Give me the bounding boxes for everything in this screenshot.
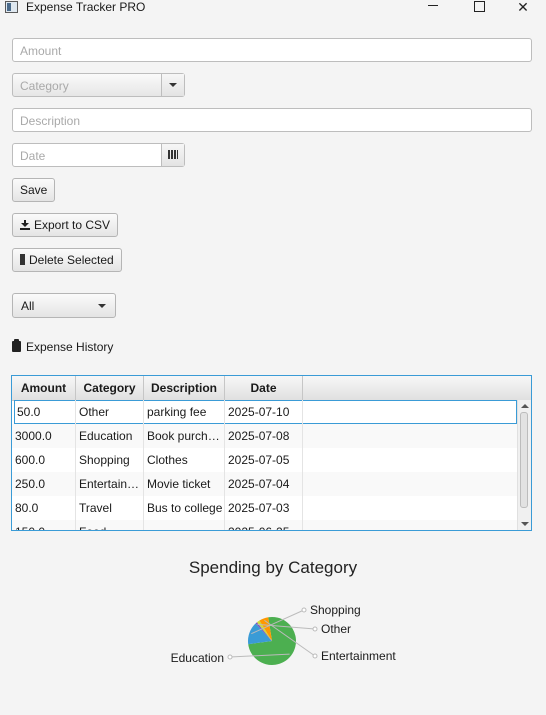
- column-header-category[interactable]: Category: [76, 376, 144, 400]
- cell-amount: 80.0: [12, 496, 76, 520]
- close-button[interactable]: ✕: [500, 0, 546, 16]
- date-placeholder: Date: [20, 149, 46, 163]
- table-row[interactable]: 3000.0 Education Book purch… 2025-07-08: [12, 424, 518, 448]
- delete-selected-button[interactable]: Delete Selected: [12, 248, 122, 272]
- cell-description: Book purch…: [144, 424, 225, 448]
- table-row[interactable]: 250.0 Entertain… Movie ticket 2025-07-04: [12, 472, 518, 496]
- cell-description: parking fee: [144, 400, 225, 424]
- pie-label-other: Other: [321, 622, 351, 636]
- description-placeholder: Description: [20, 114, 81, 128]
- download-icon: [20, 220, 30, 230]
- export-csv-label: Export to CSV: [34, 218, 111, 232]
- category-placeholder: Category: [20, 79, 69, 93]
- export-csv-button[interactable]: Export to CSV: [12, 213, 119, 237]
- pie-label-shopping: Shopping: [310, 603, 361, 617]
- cell-category: Food: [76, 520, 144, 530]
- cell-category: Other: [76, 400, 144, 424]
- pie-label-marker: [301, 607, 307, 613]
- cell-category: Entertain…: [76, 472, 144, 496]
- calendar-button[interactable]: [161, 144, 184, 166]
- category-filter-dropdown[interactable]: All: [12, 293, 116, 318]
- minimize-button[interactable]: [410, 0, 456, 16]
- cell-amount: 600.0: [12, 448, 76, 472]
- save-button[interactable]: Save: [12, 178, 56, 202]
- cell-date: 2025-06-25: [225, 520, 303, 530]
- delete-selected-label: Delete Selected: [29, 253, 114, 267]
- expense-history-heading: Expense History: [12, 339, 114, 354]
- date-picker[interactable]: Date: [12, 143, 185, 167]
- minimize-icon: [428, 4, 438, 6]
- maximize-button[interactable]: [456, 0, 502, 16]
- trash-icon: [20, 254, 25, 265]
- table-row[interactable]: 80.0 Travel Bus to college 2025-07-03: [12, 496, 518, 520]
- table-row[interactable]: 600.0 Shopping Clothes 2025-07-05: [12, 448, 518, 472]
- pie-label-education: Education: [171, 651, 224, 665]
- app-icon: [5, 1, 18, 13]
- cell-category: Education: [76, 424, 144, 448]
- category-combo[interactable]: Category: [12, 73, 185, 97]
- close-icon: ✕: [517, 0, 529, 15]
- cell-date: 2025-07-10: [225, 400, 303, 424]
- filter-selected-value: All: [21, 299, 35, 313]
- description-field[interactable]: Description: [12, 108, 532, 132]
- column-header-date[interactable]: Date: [225, 376, 303, 400]
- cell-date: 2025-07-04: [225, 472, 303, 496]
- scroll-thumb[interactable]: [520, 412, 528, 508]
- column-header-description[interactable]: Description: [144, 376, 225, 400]
- clipboard-icon: [12, 339, 21, 352]
- expense-table[interactable]: Amount Category Description Date 50.0 Ot…: [11, 375, 532, 531]
- cell-description: Movie ticket: [144, 472, 225, 496]
- maximize-icon: [473, 0, 485, 12]
- cell-description: Clothes: [144, 448, 225, 472]
- table-vertical-scrollbar[interactable]: [517, 400, 531, 530]
- pie-label-marker: [312, 653, 318, 659]
- chart-title: Spending by Category: [188, 558, 358, 577]
- chevron-down-icon: [98, 304, 106, 308]
- amount-field[interactable]: Amount: [12, 38, 532, 62]
- pie-label-marker: [312, 626, 318, 632]
- title-bar: Expense Tracker PRO ✕: [0, 0, 546, 16]
- cell-date: 2025-07-05: [225, 448, 303, 472]
- amount-placeholder: Amount: [20, 44, 62, 58]
- cell-category: Shopping: [76, 448, 144, 472]
- scroll-down-icon[interactable]: [521, 522, 529, 526]
- pie-label-marker: [227, 654, 233, 660]
- cell-amount: 150.0: [12, 520, 76, 530]
- scroll-up-icon[interactable]: [521, 404, 529, 408]
- cell-description: …: [144, 520, 225, 530]
- pie-label-entertainment: Entertainment: [321, 649, 396, 663]
- cell-amount: 3000.0: [12, 424, 76, 448]
- cell-description: Bus to college: [144, 496, 225, 520]
- spending-pie-chart: Education Shopping Other Entertainment: [171, 603, 396, 666]
- column-header-amount[interactable]: Amount: [12, 376, 76, 400]
- cell-category: Travel: [76, 496, 144, 520]
- calendar-icon: [168, 150, 178, 159]
- table-header: Amount Category Description Date: [12, 376, 531, 401]
- cell-date: 2025-07-03: [225, 496, 303, 520]
- chevron-down-icon[interactable]: [161, 74, 184, 96]
- table-row[interactable]: 150.0 Food … 2025-06-25: [12, 520, 518, 530]
- cell-date: 2025-07-08: [225, 424, 303, 448]
- expense-history-label: Expense History: [26, 340, 114, 354]
- table-row[interactable]: 50.0 Other parking fee 2025-07-10: [14, 400, 517, 424]
- window-title: Expense Tracker PRO: [26, 0, 146, 14]
- cell-amount: 250.0: [12, 472, 76, 496]
- cell-amount: 50.0: [14, 400, 76, 424]
